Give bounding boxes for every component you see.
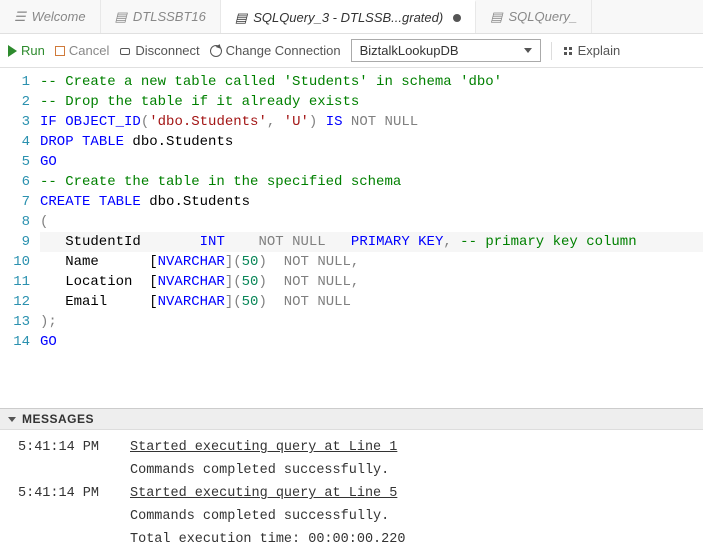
server-icon: ▤ — [115, 9, 127, 25]
tab-dtlssbt16[interactable]: ▤ DTLSSBT16 — [101, 0, 221, 33]
message-time: 5:41:14 PM — [0, 440, 130, 455]
message-time — [0, 509, 130, 524]
messages-title: MESSAGES — [22, 412, 94, 426]
explain-label: Explain — [578, 43, 621, 58]
unsaved-indicator-icon — [453, 14, 461, 22]
file-icon: ▤ — [490, 9, 502, 25]
tab-label: DTLSSBT16 — [133, 9, 206, 24]
messages-panel: MESSAGES 5:41:14 PM Started executing qu… — [0, 408, 703, 557]
run-button[interactable]: Run — [8, 43, 45, 58]
change-connection-label: Change Connection — [226, 43, 341, 58]
play-icon — [8, 45, 17, 57]
tab-label: Welcome — [32, 9, 86, 24]
change-connection-icon — [210, 45, 222, 57]
message-time: 5:41:14 PM — [0, 486, 130, 501]
message-row: Total execution time: 00:00:00.220 — [0, 528, 703, 551]
message-row: 5:41:14 PM Started executing query at Li… — [0, 482, 703, 505]
messages-header[interactable]: MESSAGES — [0, 409, 703, 430]
disconnect-button[interactable]: Disconnect — [119, 43, 199, 58]
cancel-button[interactable]: Cancel — [55, 43, 109, 58]
tab-label: SQLQuery_3 - DTLSSB...grated) — [253, 10, 443, 25]
toolbar: Run Cancel Disconnect Change Connection … — [0, 34, 703, 68]
message-time — [0, 532, 130, 547]
message-text-link[interactable]: Started executing query at Line 5 — [130, 486, 397, 501]
code-content[interactable]: -- Create a new table called 'Students' … — [40, 72, 703, 408]
disconnect-label: Disconnect — [135, 43, 199, 58]
cancel-label: Cancel — [69, 43, 109, 58]
code-editor[interactable]: 1 2 3 4 5 6 7 8 9 10 11 12 13 14 -- Crea… — [0, 68, 703, 408]
tab-welcome[interactable]: ☰ Welcome — [0, 0, 101, 33]
tab-sqlquery3[interactable]: ▤ SQLQuery_3 - DTLSSB...grated) — [221, 0, 476, 33]
run-label: Run — [21, 43, 45, 58]
message-row: Commands completed successfully. — [0, 459, 703, 482]
stop-icon — [55, 46, 65, 56]
tab-sqlquery-other[interactable]: ▤ SQLQuery_ — [476, 0, 592, 33]
message-row: 5:41:14 PM Started executing query at Li… — [0, 436, 703, 459]
database-selected-value: BiztalkLookupDB — [360, 43, 459, 58]
menu-icon: ☰ — [14, 9, 26, 25]
message-text: Total execution time: 00:00:00.220 — [130, 532, 405, 547]
disconnect-icon — [119, 45, 131, 57]
message-text: Commands completed successfully. — [130, 509, 389, 524]
line-number-gutter: 1 2 3 4 5 6 7 8 9 10 11 12 13 14 — [0, 72, 40, 408]
separator — [551, 42, 552, 60]
message-text: Commands completed successfully. — [130, 463, 389, 478]
explain-button[interactable]: Explain — [562, 43, 621, 58]
messages-body: 5:41:14 PM Started executing query at Li… — [0, 430, 703, 557]
tab-bar: ☰ Welcome ▤ DTLSSBT16 ▤ SQLQuery_3 - DTL… — [0, 0, 703, 34]
file-icon: ▤ — [235, 10, 247, 26]
database-select[interactable]: BiztalkLookupDB — [351, 39, 541, 62]
change-connection-button[interactable]: Change Connection — [210, 43, 341, 58]
message-row: Commands completed successfully. — [0, 505, 703, 528]
chevron-down-icon — [8, 417, 16, 422]
message-text-link[interactable]: Started executing query at Line 1 — [130, 440, 397, 455]
explain-icon — [562, 45, 574, 57]
tab-label: SQLQuery_ — [509, 9, 578, 24]
message-time — [0, 463, 130, 478]
chevron-down-icon — [524, 48, 532, 53]
